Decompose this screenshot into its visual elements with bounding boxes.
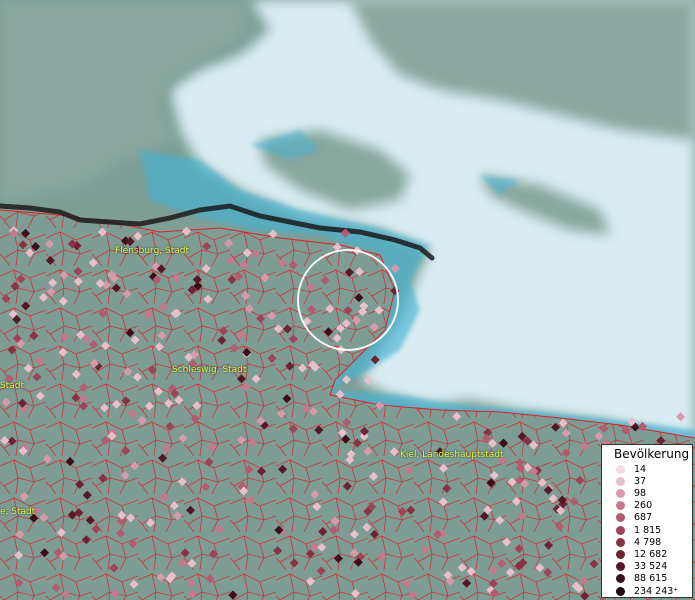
legend-item: 98	[616, 487, 646, 499]
legend-value: 12 682	[634, 548, 668, 560]
legend-swatch	[616, 549, 625, 559]
label-flensburg: Flensburg, Stadt	[115, 246, 189, 256]
legend-value: 687	[634, 512, 653, 524]
legend-item: 88 615	[616, 573, 667, 585]
legend-item: 37	[616, 475, 646, 487]
label-schleswig: Schleswig, Stadt	[172, 365, 247, 375]
legend-item: 1 815	[616, 524, 661, 536]
label-left-stadt-2: e, Stadt	[0, 507, 36, 517]
legend-swatch	[616, 525, 625, 535]
legend-title: Bevölkerung	[614, 447, 690, 461]
legend-value: 14	[634, 463, 647, 475]
legend-item: 4 798	[616, 536, 661, 548]
label-left-stadt: Stadt	[0, 381, 24, 391]
legend-panel: Bevölkerung 14 37 98 260 687 1 815 4 798 12 682…	[601, 444, 693, 598]
legend-swatch	[616, 586, 625, 596]
legend-item: 234 243⁺	[616, 585, 678, 597]
legend-value: 33 524	[634, 561, 668, 573]
legend-value: 37	[634, 475, 647, 487]
legend-item: 260	[616, 500, 652, 512]
legend-item: 687	[616, 512, 652, 524]
legend-item: 33 524	[616, 561, 667, 573]
legend-value: 260	[634, 500, 653, 512]
legend-value: 4 798	[634, 536, 662, 548]
legend-value: 98	[634, 487, 647, 499]
legend-swatch	[616, 464, 625, 474]
legend-swatch	[616, 537, 625, 547]
legend-value: 234 243⁺	[634, 585, 679, 597]
legend-swatch	[616, 562, 625, 572]
map-canvas[interactable]	[0, 0, 695, 600]
legend-item: 12 682	[616, 548, 667, 560]
legend-swatch	[616, 501, 625, 511]
legend-swatch	[616, 513, 625, 523]
legend-swatch	[616, 476, 625, 486]
legend-value: 88 615	[634, 573, 668, 585]
label-kiel: Kiel, Landeshauptstadt	[400, 450, 504, 460]
legend-swatch	[616, 488, 625, 498]
legend-swatch	[616, 574, 625, 584]
legend-item: 14	[616, 463, 646, 475]
legend-value: 1 815	[634, 524, 662, 536]
